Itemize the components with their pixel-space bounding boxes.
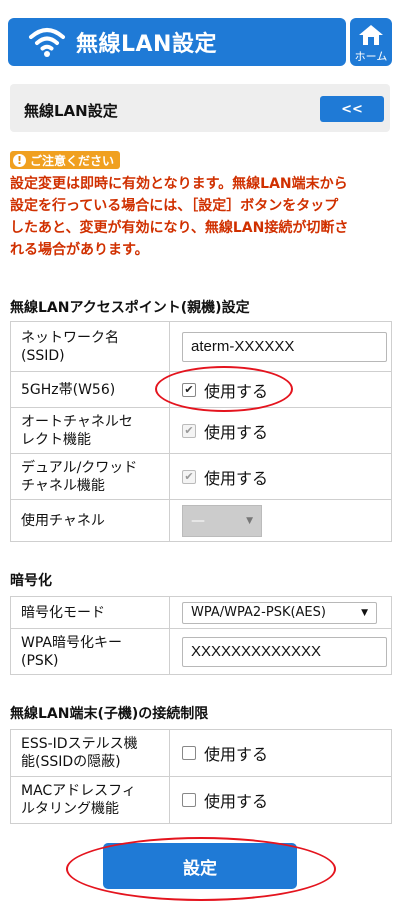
dual-channel-checkbox: ✔ 使用する bbox=[182, 465, 391, 489]
caution-line: 設定変更は即時に有効となります。無線LAN端末から bbox=[10, 176, 348, 192]
table-row: 5GHz帯(W56) ✔ 使用する bbox=[10, 371, 392, 408]
ssid-label: ネットワーク名 (SSID) bbox=[10, 321, 170, 372]
caution-badge-label: ご注意ください bbox=[30, 153, 115, 168]
encryption-mode-select[interactable]: WPA/WPA2-PSK(AES) ▼ bbox=[182, 601, 377, 624]
checkbox-icon bbox=[182, 793, 196, 807]
ap-settings-table: ネットワーク名 (SSID) aterm-XXXXXX 5GHz帯(W56) ✔… bbox=[10, 321, 392, 542]
table-row: 暗号化モード WPA/WPA2-PSK(AES) ▼ bbox=[10, 596, 392, 629]
psk-label: WPA暗号化キー (PSK) bbox=[10, 628, 170, 675]
checkmark-icon: ✔ bbox=[182, 469, 196, 484]
submit-button[interactable]: 設定 bbox=[103, 843, 297, 889]
checkmark-icon: ✔ bbox=[182, 382, 196, 397]
table-row: WPA暗号化キー (PSK) XXXXXXXXXXXXX bbox=[10, 628, 392, 675]
back-button[interactable]: << bbox=[320, 96, 384, 122]
table-row: オートチャネルセ レクト機能 ✔ 使用する bbox=[10, 407, 392, 454]
encryption-mode-label: 暗号化モード bbox=[10, 596, 170, 629]
section-bar-title: 無線LAN設定 bbox=[24, 102, 118, 120]
psk-input[interactable]: XXXXXXXXXXXXX bbox=[182, 636, 387, 667]
caution-line: れる場合があります。 bbox=[10, 242, 149, 258]
encryption-section-title: 暗号化 bbox=[10, 573, 52, 589]
channel-label: 使用チャネル bbox=[10, 499, 170, 542]
channel-select: — ▼ bbox=[182, 504, 262, 537]
ap-section-title: 無線LANアクセスポイント(親機)設定 bbox=[10, 300, 250, 316]
caution-message: 設定変更は即時に有効となります。無線LAN端末から 設定を行っている場合には、［… bbox=[10, 173, 392, 261]
chevron-down-icon: ▼ bbox=[361, 607, 368, 618]
mac-filter-label: MACアドレスフィ ルタリング機能 bbox=[10, 776, 170, 824]
table-row: デュアル/クワッド チャネル機能 ✔ 使用する bbox=[10, 453, 392, 500]
caution-line: したあと、変更が有効になり、無線LAN接続が切断さ bbox=[10, 220, 349, 236]
table-row: ESS-IDステルス機 能(SSIDの隠蔽) 使用する bbox=[10, 729, 392, 777]
table-row: 使用チャネル — ▼ bbox=[10, 499, 392, 542]
chevron-down-icon: ▼ bbox=[246, 515, 253, 526]
band-label: 5GHz帯(W56) bbox=[10, 371, 170, 408]
wifi-icon bbox=[29, 28, 65, 57]
home-icon bbox=[359, 25, 383, 45]
dual-channel-label: デュアル/クワッド チャネル機能 bbox=[10, 453, 170, 500]
caution-badge: ! ご注意ください bbox=[10, 151, 121, 169]
table-row: ネットワーク名 (SSID) aterm-XXXXXX bbox=[10, 321, 392, 372]
checkbox-icon bbox=[182, 746, 196, 760]
auto-channel-checkbox: ✔ 使用する bbox=[182, 419, 391, 443]
auto-channel-label: オートチャネルセ レクト機能 bbox=[10, 407, 170, 454]
limit-section-title: 無線LAN端末(子機)の接続制限 bbox=[10, 706, 209, 722]
page-title: 無線LAN設定 bbox=[76, 32, 217, 57]
caution-line: 設定を行っている場合には、［設定］ボタンをタップ bbox=[10, 198, 339, 214]
section-bar: 無線LAN設定 << bbox=[10, 84, 390, 132]
home-label: ホーム bbox=[354, 50, 388, 63]
home-button[interactable]: ホーム bbox=[350, 18, 392, 66]
ssid-input[interactable]: aterm-XXXXXX bbox=[182, 331, 387, 362]
stealth-label: ESS-IDステルス機 能(SSIDの隠蔽) bbox=[10, 729, 170, 777]
limit-table: ESS-IDステルス機 能(SSIDの隠蔽) 使用する MACアドレスフィ ルタ… bbox=[10, 729, 392, 824]
page-header: 無線LAN設定 bbox=[8, 18, 346, 66]
stealth-checkbox[interactable]: 使用する bbox=[182, 741, 391, 765]
band-w56-checkbox[interactable]: ✔ 使用する bbox=[182, 378, 391, 402]
encryption-table: 暗号化モード WPA/WPA2-PSK(AES) ▼ WPA暗号化キー (PSK… bbox=[10, 596, 392, 675]
mac-filter-checkbox[interactable]: 使用する bbox=[182, 788, 391, 812]
table-row: MACアドレスフィ ルタリング機能 使用する bbox=[10, 776, 392, 824]
exclamation-icon: ! bbox=[13, 153, 26, 167]
checkmark-icon: ✔ bbox=[182, 423, 196, 438]
